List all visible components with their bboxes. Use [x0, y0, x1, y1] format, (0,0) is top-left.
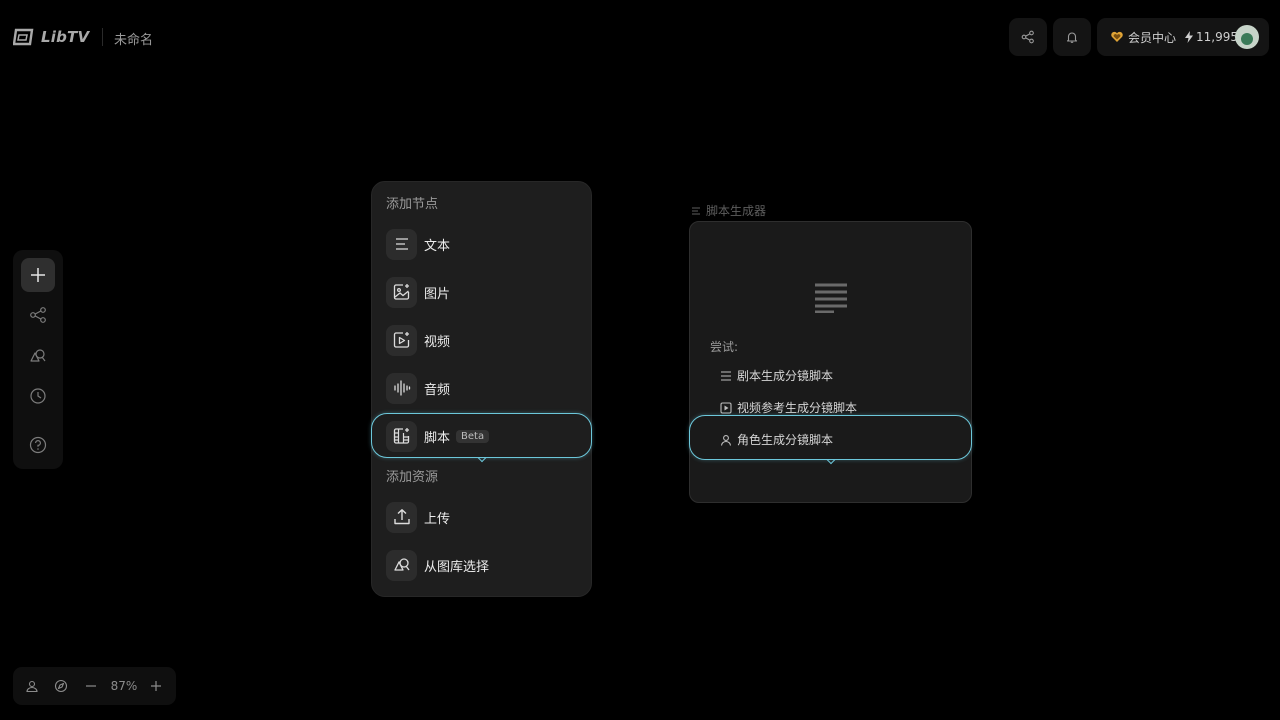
- script-item-highlight: [371, 413, 592, 463]
- node-item-text[interactable]: 文本: [372, 222, 591, 266]
- node-item-video[interactable]: 视频: [372, 318, 591, 362]
- text-lines-icon: [395, 238, 408, 250]
- video-sparkle-icon: [393, 332, 409, 348]
- add-node-button[interactable]: [21, 258, 55, 292]
- zoom-out-button[interactable]: [81, 667, 101, 705]
- title-divider: [102, 28, 103, 46]
- workflow-icon: [30, 307, 46, 323]
- document-lines-icon: [815, 283, 847, 313]
- zoom-level[interactable]: 87%: [107, 667, 141, 705]
- compass-icon: [54, 679, 68, 693]
- credits-count: 11,995: [1196, 30, 1239, 44]
- workflow-button[interactable]: [21, 298, 55, 332]
- try-label: 尝试:: [710, 340, 739, 354]
- bottom-bar: 87%: [13, 667, 176, 705]
- zoom-in-button[interactable]: [146, 667, 166, 705]
- community-button[interactable]: [22, 667, 42, 705]
- people-icon: [26, 680, 38, 693]
- resource-item-library[interactable]: 从图库选择: [372, 543, 591, 587]
- audio-wave-icon: [393, 380, 410, 396]
- share-icon: [1021, 30, 1034, 44]
- assets-library-icon: [393, 558, 410, 571]
- plus-small-icon: [151, 681, 161, 691]
- document-title[interactable]: 未命名: [114, 29, 153, 48]
- text-lines-icon: [721, 370, 731, 381]
- left-toolbar: [13, 250, 63, 469]
- script-generator-header[interactable]: 脚本生成器: [691, 202, 766, 219]
- help-button[interactable]: [21, 428, 55, 462]
- user-avatar[interactable]: [1235, 25, 1259, 49]
- suggestion-screenplay[interactable]: 剧本生成分镜脚本: [720, 367, 833, 384]
- node-item-image[interactable]: 图片: [372, 270, 591, 314]
- upload-icon: [393, 509, 410, 525]
- share-button[interactable]: [1009, 18, 1047, 56]
- member-center-label: 会员中心: [1128, 30, 1177, 45]
- minus-icon: [86, 685, 96, 687]
- assets-icon: [30, 349, 46, 362]
- add-node-title: 添加节点: [386, 197, 439, 212]
- text-lines-small-icon: [692, 206, 700, 215]
- logo-text: LibTV: [41, 28, 90, 46]
- logo-mark-icon: [13, 28, 34, 46]
- add-resource-title: 添加资源: [386, 470, 439, 485]
- bell-icon: [1066, 32, 1078, 43]
- app-logo[interactable]: LibTV: [13, 27, 89, 47]
- image-sparkle-icon: [393, 284, 409, 300]
- resource-item-upload[interactable]: 上传: [372, 495, 591, 539]
- add-node-panel: 添加节点 文本 图片 视频 音频 脚本 Beta 添加资源 上传 从图库选择: [371, 181, 592, 597]
- history-icon: [30, 388, 46, 404]
- history-button[interactable]: [21, 379, 55, 413]
- node-item-audio[interactable]: 音频: [372, 366, 591, 410]
- script-generator-title: 脚本生成器: [706, 204, 767, 218]
- video-play-icon: [720, 401, 732, 414]
- help-icon: [29, 436, 47, 454]
- plus-icon: [31, 268, 45, 282]
- suggestion-video-reference[interactable]: 视频参考生成分镜脚本: [720, 399, 857, 416]
- bolt-icon: [1185, 31, 1194, 43]
- assets-button[interactable]: [21, 339, 55, 373]
- notification-button[interactable]: [1053, 18, 1091, 56]
- character-suggestion-highlight: [689, 415, 972, 465]
- heart-icon: [1111, 31, 1123, 42]
- locate-button[interactable]: [51, 667, 71, 705]
